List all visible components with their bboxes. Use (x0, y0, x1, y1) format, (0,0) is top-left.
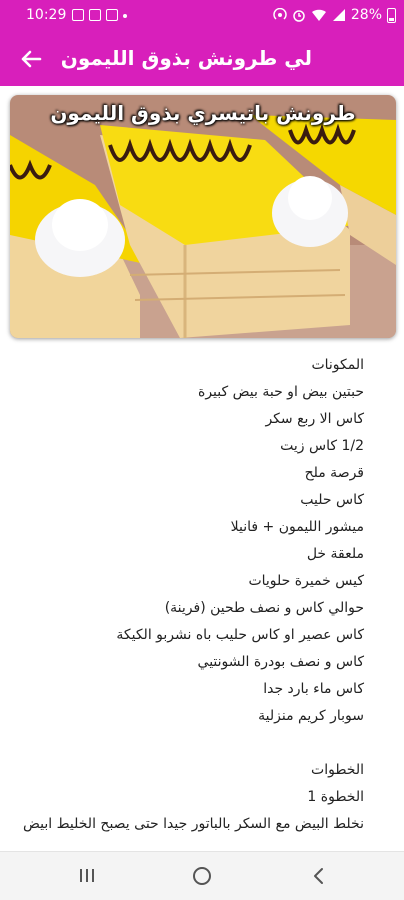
signal-icon (332, 9, 345, 21)
chevron-left-icon (314, 868, 323, 884)
ingredient-item: كيس خميرة حلويات (248, 573, 364, 589)
arrow-back-icon (21, 50, 42, 68)
image-caption: طرونش باتيسري بذوق الليمون (50, 101, 356, 125)
home-button[interactable] (193, 867, 211, 885)
gallery-icon (72, 9, 84, 21)
notification-icons (72, 9, 127, 21)
ingredient-item: 1/2 كاس زيت (280, 438, 364, 454)
step-label: الخطوة 1 (307, 789, 364, 805)
ingredient-item: حبتين بيض او حبة بيض كبيرة (198, 384, 364, 400)
ingredient-item: كاس عصير او كاس حليب باه نشربو الكيكة (116, 627, 364, 643)
app-bar: لي طرونش بذوق الليمون (0, 32, 404, 86)
nav-back-button[interactable] (312, 867, 326, 889)
wifi-icon (311, 9, 326, 21)
steps-title: الخطوات (311, 762, 364, 778)
recipe-content: المكونات حبتين بيض او حبة بيض كبيرة كاس … (0, 352, 404, 852)
status-time: 10:29 (26, 7, 67, 23)
cake-illustration (10, 95, 396, 338)
step-text: نخلط البيض مع السكر بالباتور جيدا حتى يص… (23, 816, 364, 832)
recipe-image: طرونش باتيسري بذوق الليمون (10, 95, 396, 338)
back-button[interactable] (14, 42, 48, 76)
recents-button[interactable] (80, 869, 94, 882)
ingredient-item: كاس ماء بارد جدا (263, 681, 364, 697)
ingredient-item: كاس حليب (300, 492, 364, 508)
battery-icon (387, 7, 396, 23)
message-icon (89, 9, 101, 21)
system-nav-bar (0, 851, 404, 900)
alarm-icon (293, 10, 305, 22)
ingredient-item: ميشور الليمون + فانيلا (230, 519, 364, 535)
ingredient-item: كاس و نصف بودرة الشونتيي (197, 654, 364, 670)
ingredient-item: سوبار كريم منزلية (258, 708, 364, 724)
battery-percent: 28% (350, 7, 382, 23)
page-title: لي طرونش بذوق الليمون (60, 46, 312, 70)
ingredients-list: حبتين بيض او حبة بيض كبيرة كاس الا ربع س… (0, 379, 404, 730)
ingredient-item: قرصة ملح (304, 465, 364, 481)
ingredient-item: كاس الا ربع سكر (265, 411, 364, 427)
youtube-icon (106, 9, 118, 21)
system-icons: 28% (273, 7, 396, 23)
hotspot-icon (273, 8, 287, 20)
ingredient-item: حوالي كاس و نصف طحين (فرينة) (164, 600, 364, 616)
status-bar: 10:29 28% (0, 0, 404, 32)
ingredient-item: ملعقة خل (306, 546, 364, 562)
more-dot-icon (123, 14, 127, 18)
ingredients-title: المكونات (311, 357, 364, 373)
